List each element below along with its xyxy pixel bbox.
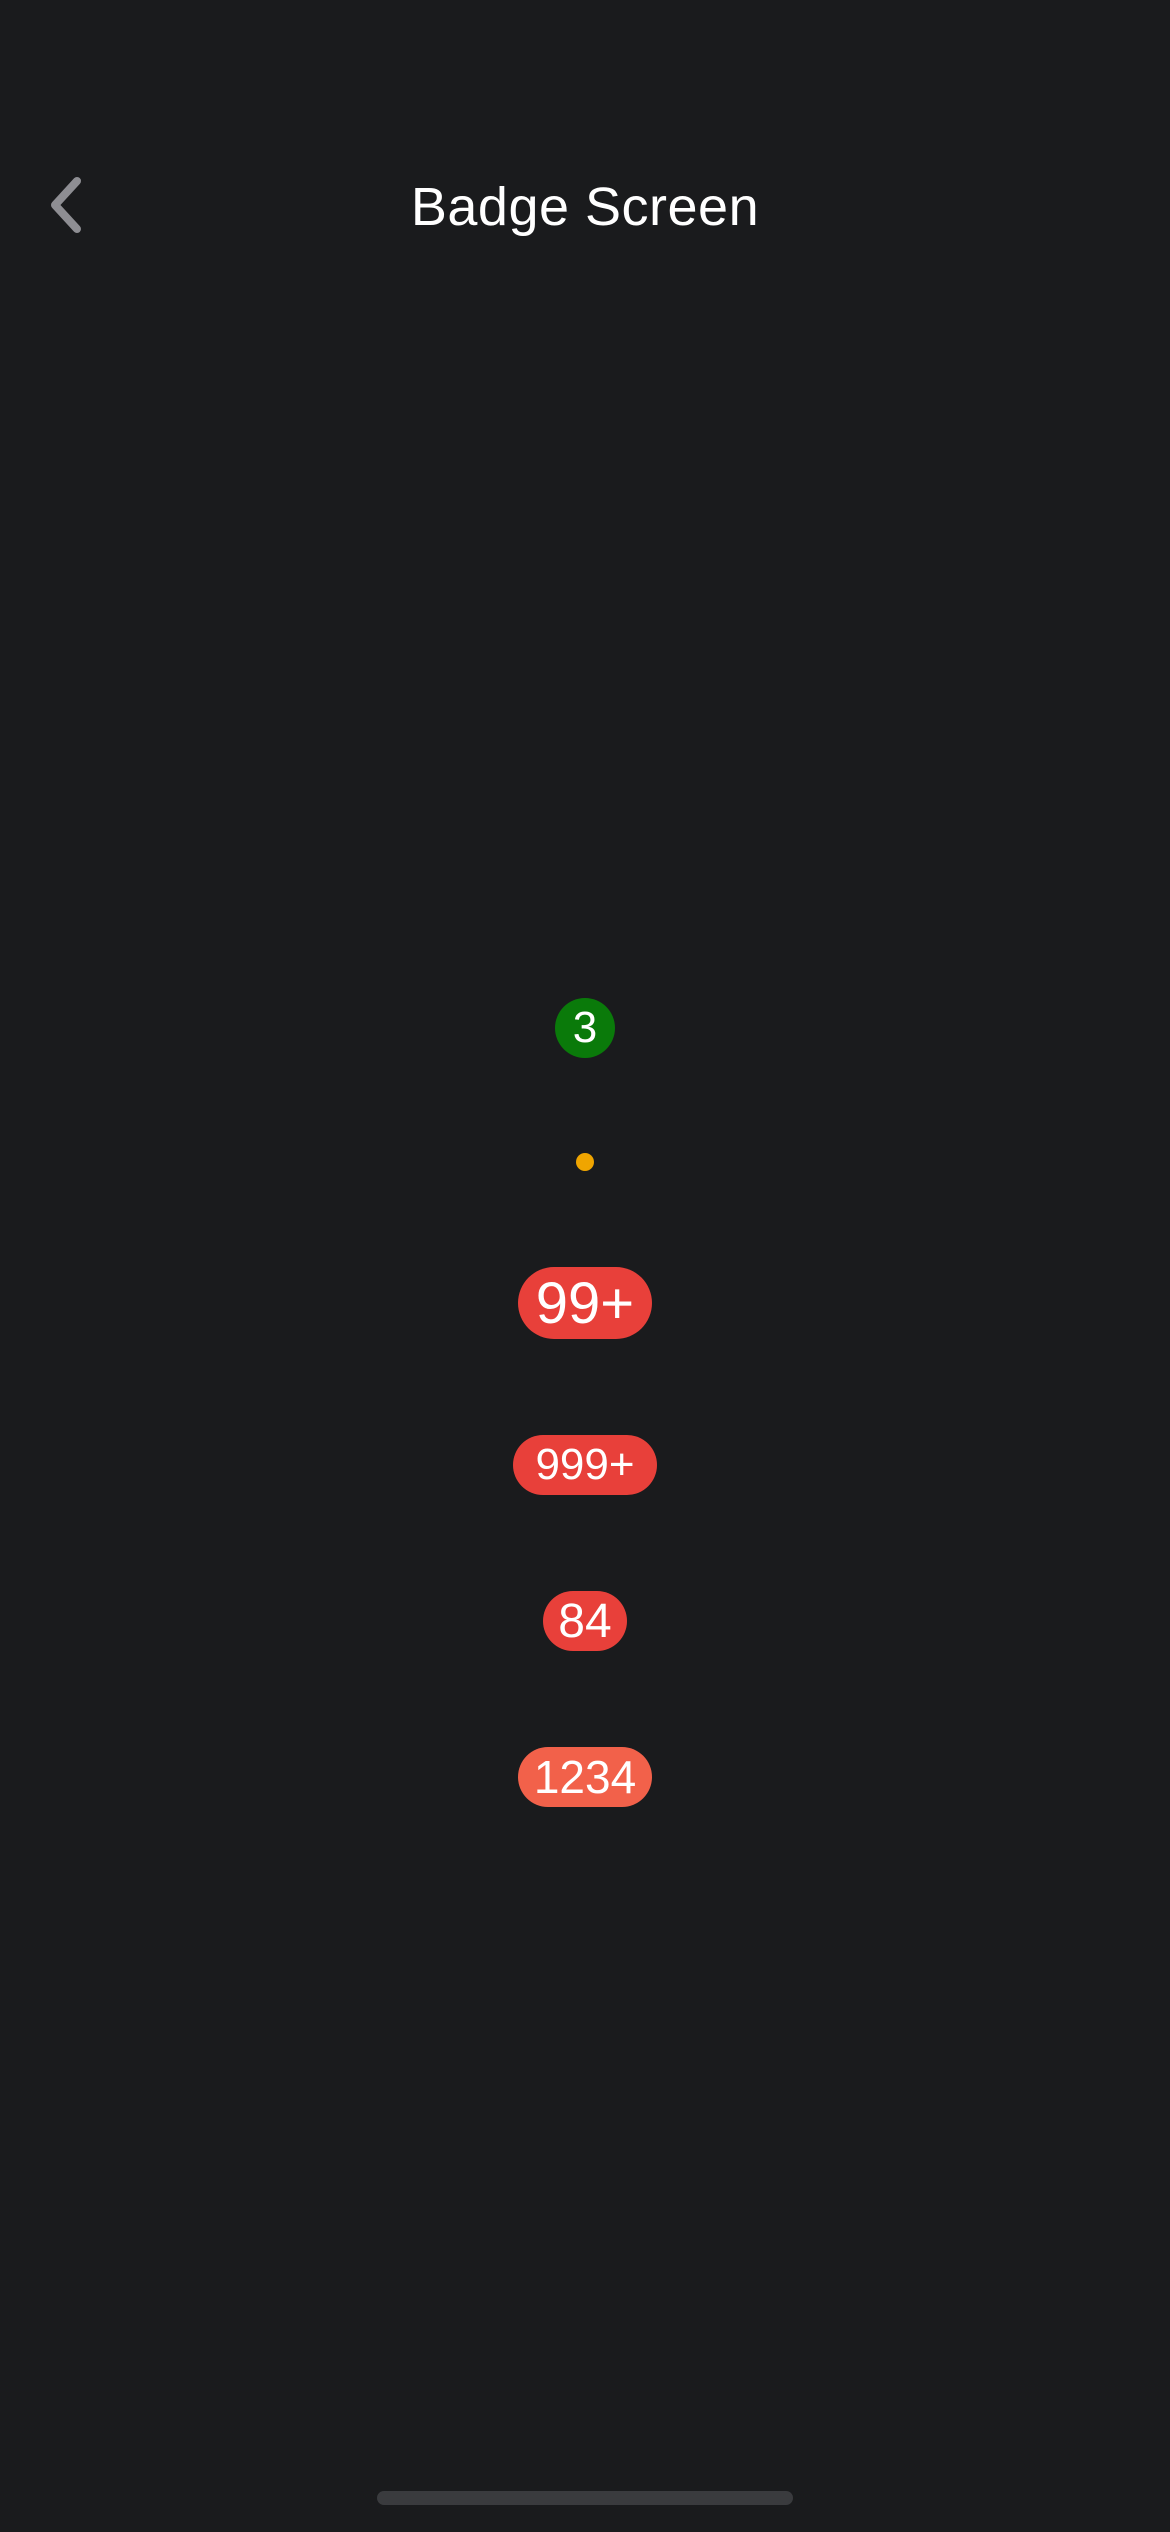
badge-99-plus: 99+	[518, 1267, 652, 1339]
badge-999-plus: 999+	[513, 1435, 657, 1495]
badge-green-count: 3	[555, 998, 615, 1058]
badge-orange-dot	[576, 1153, 594, 1171]
badge-1234: 1234	[518, 1747, 652, 1807]
badge-list: 3 99+ 999+ 84 1234	[0, 0, 1170, 2532]
badge-84: 84	[543, 1591, 627, 1651]
home-indicator[interactable]	[377, 2491, 793, 2505]
